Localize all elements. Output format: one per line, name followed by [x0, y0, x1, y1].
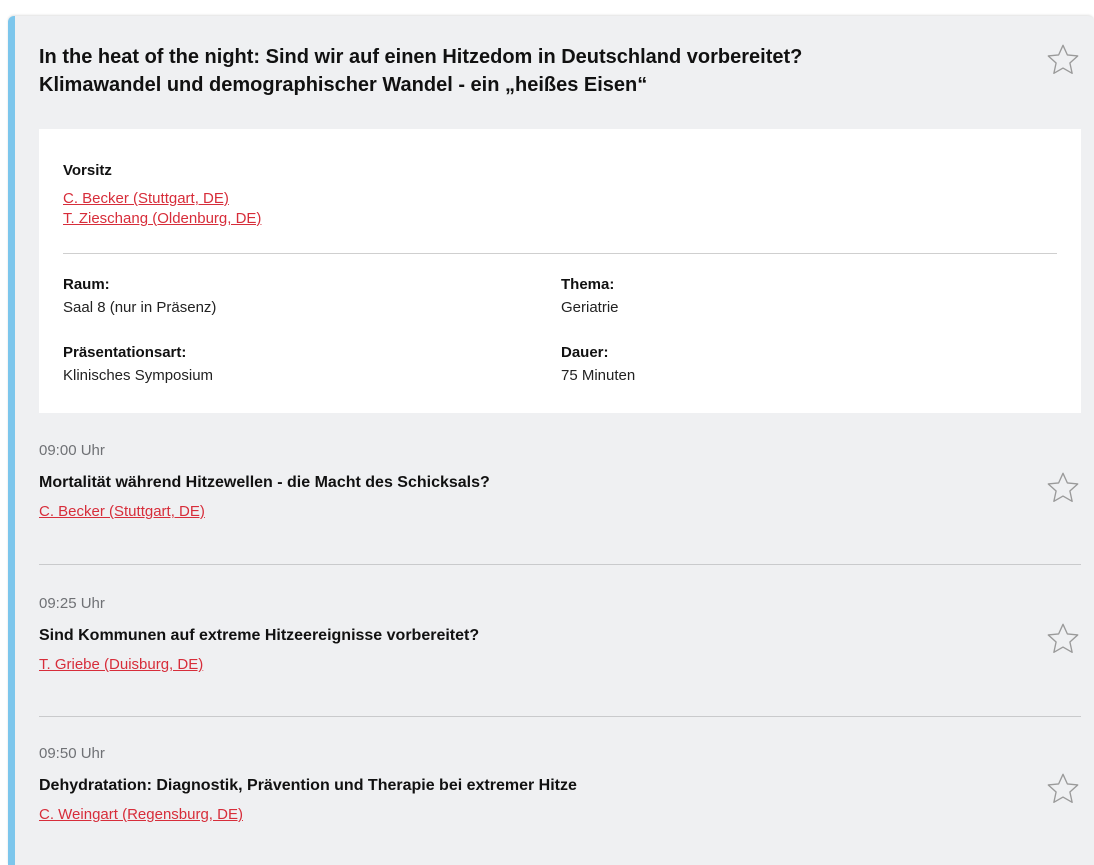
session-title: In the heat of the night: Sind wir auf e… [39, 43, 1029, 99]
talk-item: 09:25 Uhr Sind Kommunen auf extreme Hitz… [39, 594, 1081, 675]
topic-field: Thema: Geriatrie [561, 275, 619, 318]
talk-item: 09:00 Uhr Mortalität während Hitzewellen… [39, 441, 1081, 522]
room-label: Raum: [63, 276, 110, 293]
talk-title: Dehydratation: Diagnostik, Prävention un… [39, 777, 577, 794]
talk-title: Mortalität während Hitzewellen - die Mac… [39, 474, 490, 491]
talk-favorite-star-icon[interactable] [1045, 470, 1081, 506]
talk-favorite-star-icon[interactable] [1045, 771, 1081, 807]
duration-value: 75 Minuten [561, 367, 636, 384]
talk-time: 09:00 Uhr [39, 442, 105, 459]
topic-value: Geriatrie [561, 299, 619, 316]
room-value: Saal 8 (nur in Präsenz) [63, 299, 217, 316]
presentation-type-value: Klinisches Symposium [63, 367, 214, 384]
talk-item: 09:50 Uhr Dehydratation: Diagnostik, Prä… [39, 744, 1081, 825]
talk-divider [39, 564, 1081, 565]
presentation-type-field: Präsentationsart: Klinisches Symposium [63, 343, 213, 386]
talk-time: 09:50 Uhr [39, 745, 105, 762]
session-info-panel: Vorsitz C. Becker (Stuttgart, DE) T. Zie… [39, 129, 1081, 413]
room-field: Raum: Saal 8 (nur in Präsenz) [63, 275, 216, 318]
talk-speaker-link[interactable]: T. Griebe (Duisburg, DE) [39, 655, 1081, 675]
info-divider [63, 253, 1057, 254]
duration-field: Dauer: 75 Minuten [561, 343, 635, 386]
talk-speaker-link[interactable]: C. Weingart (Regensburg, DE) [39, 805, 1081, 825]
chair-link-becker[interactable]: C. Becker (Stuttgart, DE) [63, 189, 261, 209]
topic-label: Thema: [561, 276, 615, 293]
chair-label: Vorsitz [63, 162, 112, 179]
talk-favorite-star-icon[interactable] [1045, 621, 1081, 657]
talk-divider [39, 716, 1081, 717]
talk-speaker-link[interactable]: C. Becker (Stuttgart, DE) [39, 502, 1081, 522]
session-title-line-1: In the heat of the night: Sind wir auf e… [39, 46, 803, 68]
chair-link-zieschang[interactable]: T. Zieschang (Oldenburg, DE) [63, 209, 261, 229]
session-card: In the heat of the night: Sind wir auf e… [8, 16, 1094, 865]
session-favorite-star-icon[interactable] [1045, 42, 1081, 78]
duration-label: Dauer: [561, 344, 609, 361]
presentation-type-label: Präsentationsart: [63, 344, 187, 361]
chair-section: Vorsitz C. Becker (Stuttgart, DE) T. Zie… [63, 161, 261, 229]
talk-title: Sind Kommunen auf extreme Hitzeereigniss… [39, 627, 480, 644]
session-title-line-2: Klimawandel und demographischer Wandel -… [39, 74, 648, 96]
talk-time: 09:25 Uhr [39, 595, 105, 612]
